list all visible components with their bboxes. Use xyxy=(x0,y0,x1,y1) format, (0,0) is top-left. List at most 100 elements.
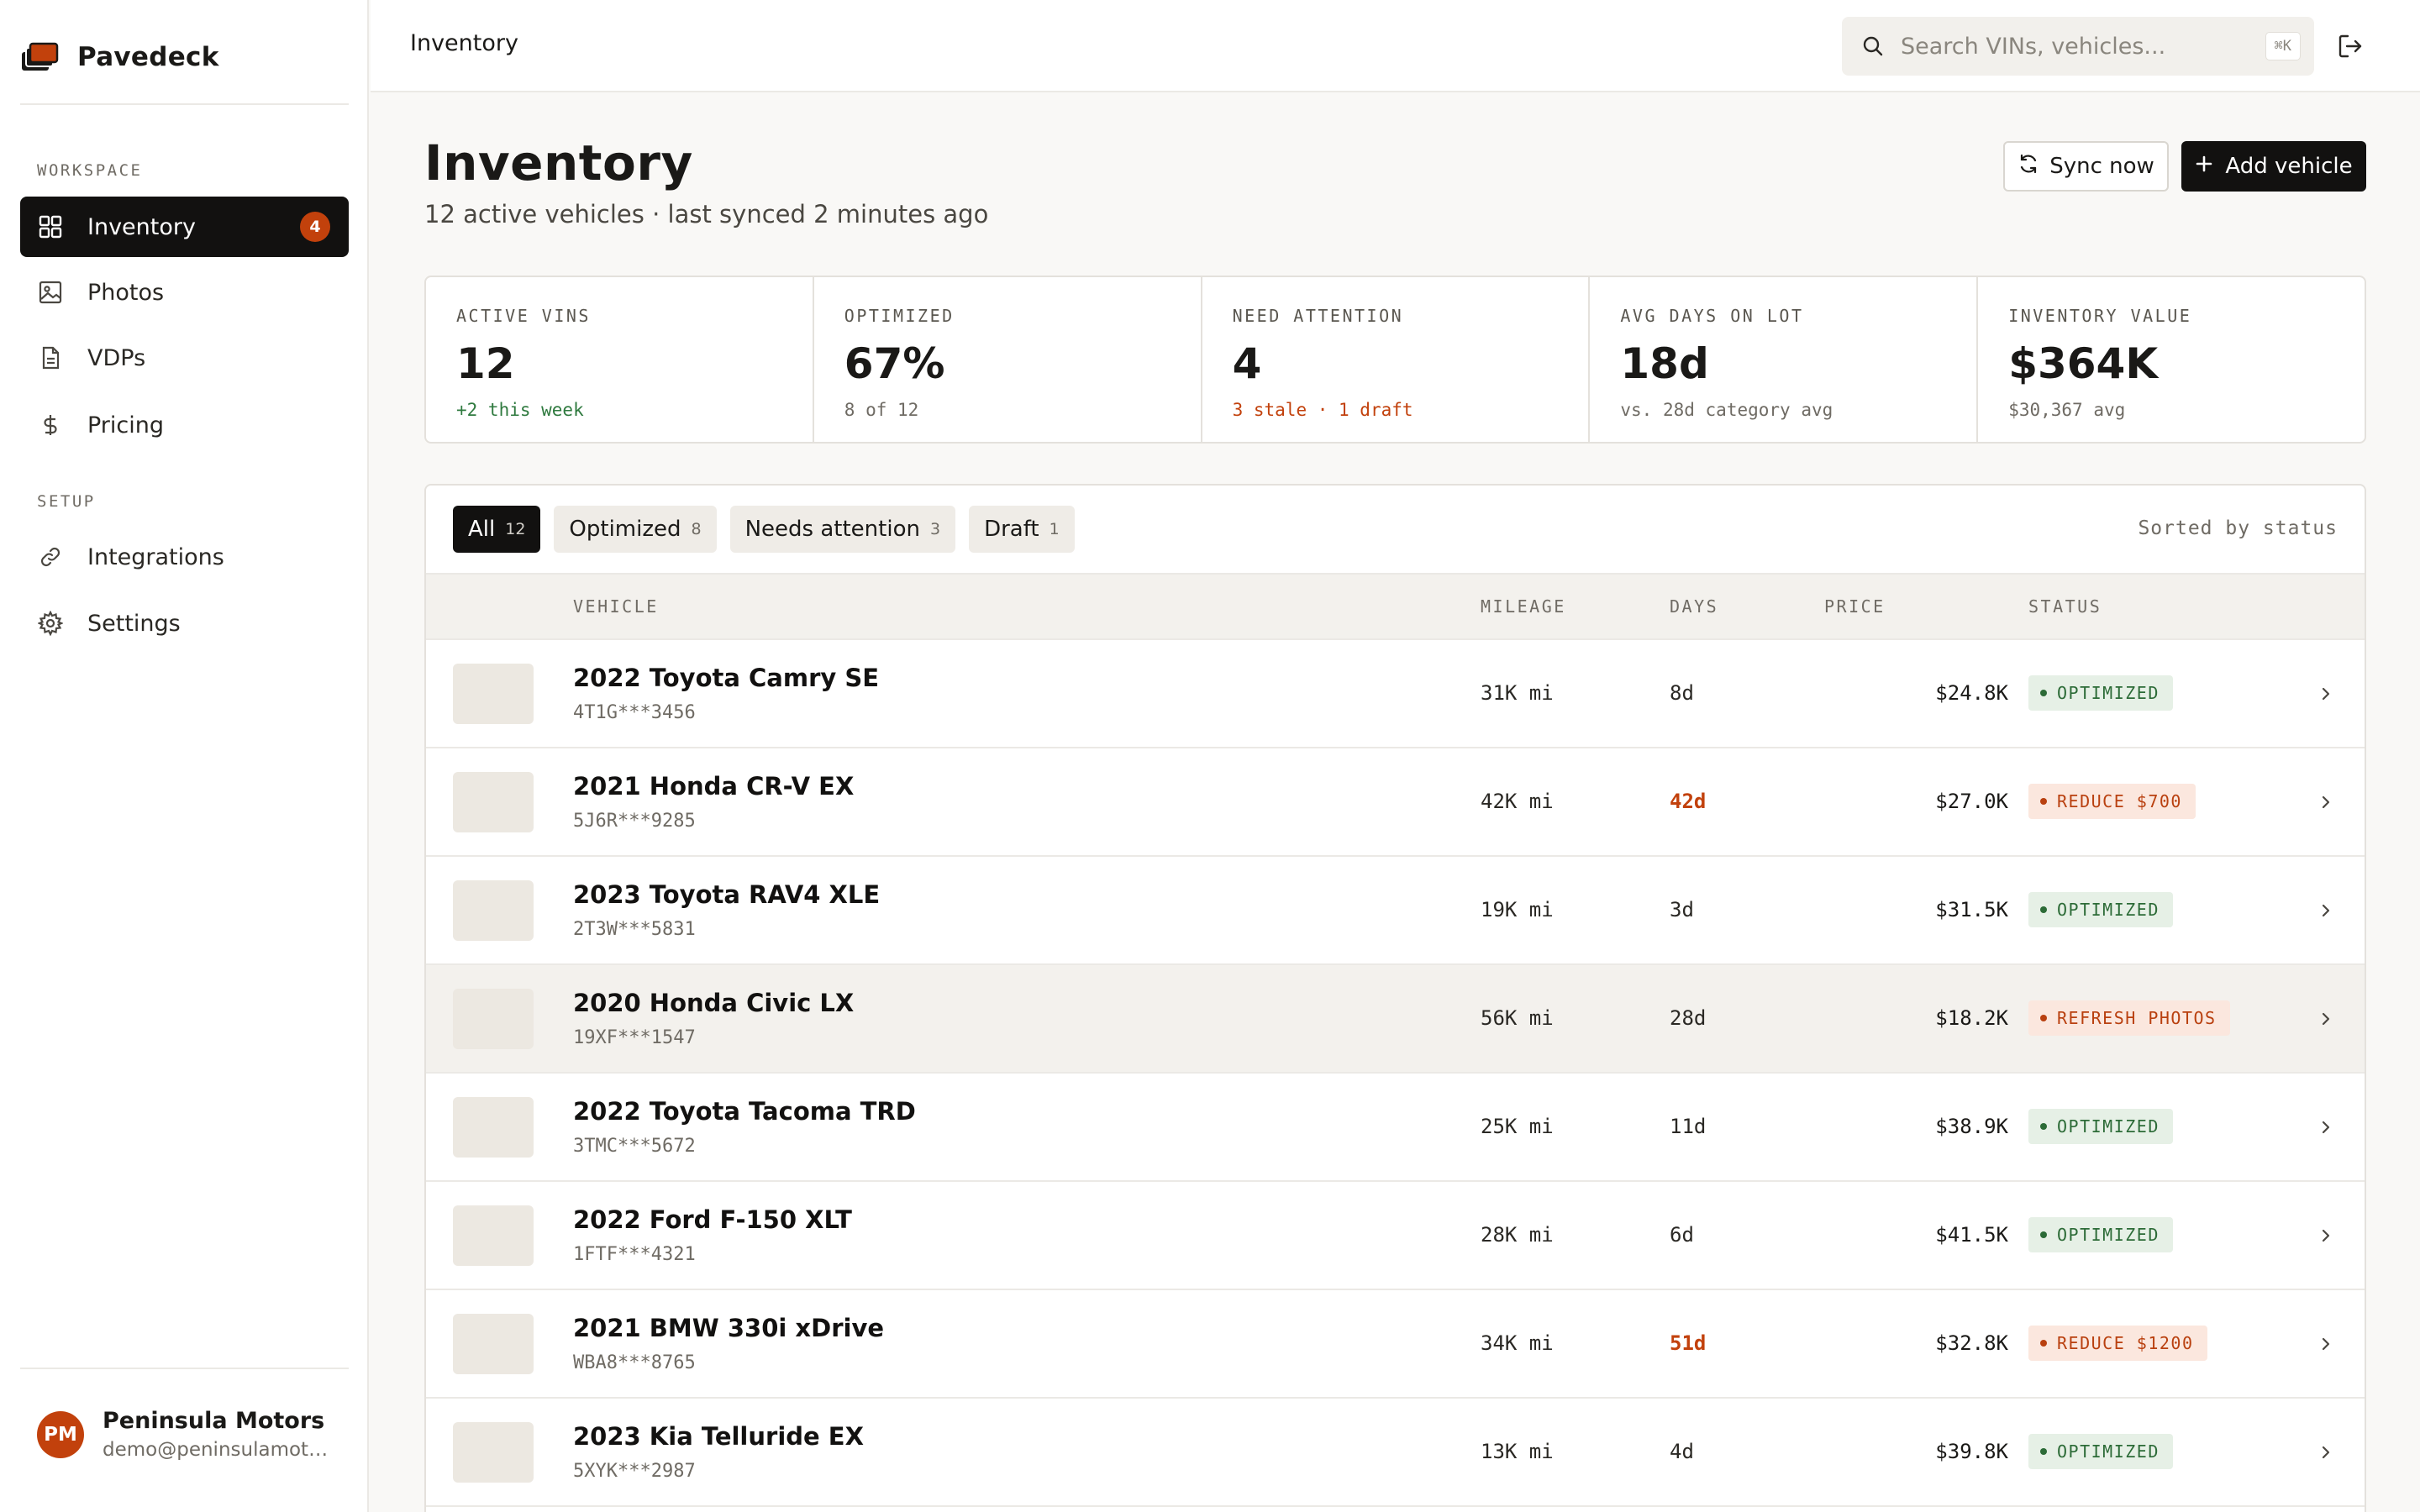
table-row[interactable]: 2021 Honda CR-V EX 5J6R***9285 42K mi 42… xyxy=(426,748,2365,857)
search-icon xyxy=(1860,34,1886,59)
vehicle-thumbnail xyxy=(453,1314,534,1374)
column-header-mileage[interactable]: MILEAGE xyxy=(1481,596,1566,617)
days-cell: 42d xyxy=(1670,790,1707,813)
account-menu[interactable]: PM Peninsula Motors demo@peninsulamotors… xyxy=(37,1408,334,1461)
table-row[interactable]: 2023 Kia Telluride EX 5XYK***2987 13K mi… xyxy=(426,1399,2365,1507)
table-row[interactable]: 2021 BMW 330i xDrive WBA8***8765 34K mi … xyxy=(426,1290,2365,1399)
stat-need-attention: NEED ATTENTION 4 3 stale · 1 draft xyxy=(1202,277,1591,442)
vehicle-vin: 5J6R***9285 xyxy=(573,811,696,832)
sync-now-button[interactable]: Sync now xyxy=(2003,141,2169,192)
stat-value: 18d xyxy=(1620,339,1709,388)
table-header: VEHICLE MILEAGE DAYS PRICE STATUS xyxy=(426,573,2365,640)
chevron-right-icon[interactable] xyxy=(2317,1334,2334,1354)
mileage-cell: 56K mi xyxy=(1481,1006,1554,1030)
sort-indicator[interactable]: Sorted by status xyxy=(2138,517,2338,539)
stat-label: ACTIVE VINS xyxy=(456,306,591,326)
status-dot-icon xyxy=(2040,1231,2047,1238)
stat-avg-days: AVG DAYS ON LOT 18d vs. 28d category avg xyxy=(1590,277,1979,442)
vehicle-name: 2022 Toyota Tacoma TRD xyxy=(573,1097,916,1126)
days-cell: 4d xyxy=(1670,1440,1694,1463)
sidebar-item-integrations[interactable]: Integrations xyxy=(20,527,349,587)
search-input[interactable] xyxy=(1901,33,2254,60)
table-row[interactable]: 2020 Honda Civic LX 19XF***1547 56K mi 2… xyxy=(426,965,2365,1074)
brand[interactable]: Pavedeck xyxy=(20,30,348,84)
filter-label: Optimized xyxy=(569,517,681,542)
add-vehicle-button[interactable]: Add vehicle xyxy=(2181,141,2366,192)
vehicle-name: 2020 Honda Civic LX xyxy=(573,989,855,1017)
sidebar-item-settings[interactable]: Settings xyxy=(20,593,349,654)
gear-icon xyxy=(37,610,64,637)
sidebar-item-photos[interactable]: Photos xyxy=(20,262,349,323)
vehicle-name: 2021 Honda CR-V EX xyxy=(573,772,855,801)
price-cell: $41.5K xyxy=(1935,1223,2008,1247)
chevron-right-icon[interactable] xyxy=(2317,1009,2334,1029)
price-cell: $38.9K xyxy=(1935,1115,2008,1138)
status-dot-icon xyxy=(2040,1015,2047,1021)
table-row[interactable]: 2022 Ford F-150 XLT 1FTF***4321 28K mi 6… xyxy=(426,1182,2365,1290)
stat-active-vins: ACTIVE VINS 12 +2 this week xyxy=(426,277,814,442)
refresh-icon xyxy=(2018,153,2039,181)
vehicle-name: 2022 Ford F-150 XLT xyxy=(573,1205,852,1234)
days-cell: 8d xyxy=(1670,681,1694,705)
status-label: OPTIMIZED xyxy=(2057,683,2160,703)
status-badge: OPTIMIZED xyxy=(2028,675,2173,711)
sidebar-item-vdps[interactable]: VDPs xyxy=(20,328,349,388)
column-header-price[interactable]: PRICE xyxy=(1824,596,1886,617)
column-header-vehicle[interactable]: VEHICLE xyxy=(573,596,659,617)
vehicle-name: 2023 Toyota RAV4 XLE xyxy=(573,880,881,909)
stat-sub: 3 stale · 1 draft xyxy=(1232,400,1413,420)
stat-value: $364K xyxy=(2008,339,2159,388)
vehicle-name: 2021 BMW 330i xDrive xyxy=(573,1314,885,1342)
chevron-right-icon[interactable] xyxy=(2317,900,2334,921)
account-email: demo@peninsulamotors.com xyxy=(103,1439,334,1461)
search-box[interactable]: ⌘K xyxy=(1842,17,2314,76)
table-row[interactable]: 2022 Toyota Camry SE 4T1G***3456 31K mi … xyxy=(426,640,2365,748)
status-badge: REDUCE $700 xyxy=(2028,784,2196,819)
sidebar-item-inventory[interactable]: Inventory 4 xyxy=(20,197,349,257)
table-row[interactable]: 2022 Toyota Tacoma TRD 3TMC***5672 25K m… xyxy=(426,1074,2365,1182)
chevron-right-icon[interactable] xyxy=(2317,792,2334,812)
logout-icon[interactable] xyxy=(2336,32,2365,60)
dollar-icon xyxy=(37,412,64,438)
filter-count: 8 xyxy=(691,520,702,538)
sidebar-item-label: Photos xyxy=(87,279,165,306)
column-header-days[interactable]: DAYS xyxy=(1670,596,1718,617)
page-subtitle: 12 active vehicles · last synced 2 minut… xyxy=(424,200,989,228)
status-dot-icon xyxy=(2040,1448,2047,1455)
status-dot-icon xyxy=(2040,798,2047,805)
status-dot-icon xyxy=(2040,1123,2047,1130)
vehicle-vin: 5XYK***2987 xyxy=(573,1461,696,1482)
chevron-right-icon[interactable] xyxy=(2317,684,2334,704)
mileage-cell: 19K mi xyxy=(1481,898,1554,921)
stat-inventory-value: INVENTORY VALUE $364K $30,367 avg xyxy=(1978,277,2365,442)
vehicle-vin: 3TMC***5672 xyxy=(573,1136,696,1157)
filter-needs-attention[interactable]: Needs attention 3 xyxy=(729,506,956,553)
table-row[interactable]: 2023 Toyota RAV4 XLE 2T3W***5831 19K mi … xyxy=(426,857,2365,965)
vehicle-name: 2023 Kia Telluride EX xyxy=(573,1422,864,1451)
sidebar: Pavedeck WORKSPACE Inventory 4 Photos VD… xyxy=(0,0,369,1512)
page-title: Inventory xyxy=(424,134,693,192)
sidebar-item-pricing[interactable]: Pricing xyxy=(20,395,349,455)
filter-draft[interactable]: Draft 1 xyxy=(969,506,1075,553)
avatar: PM xyxy=(37,1410,84,1458)
price-cell: $32.8K xyxy=(1935,1331,2008,1355)
status-label: OPTIMIZED xyxy=(2057,900,2160,920)
chevron-right-icon[interactable] xyxy=(2317,1117,2334,1137)
filter-optimized[interactable]: Optimized 8 xyxy=(554,506,717,553)
stats-panel: ACTIVE VINS 12 +2 this week OPTIMIZED 67… xyxy=(424,276,2366,444)
vehicle-vin: WBA8***8765 xyxy=(573,1352,696,1373)
divider xyxy=(20,103,349,105)
chevron-right-icon[interactable] xyxy=(2317,1442,2334,1462)
chevron-right-icon[interactable] xyxy=(2317,1226,2334,1246)
section-label-setup: SETUP xyxy=(37,492,96,511)
status-badge: REFRESH PHOTOS xyxy=(2028,1000,2230,1036)
filter-label: Draft xyxy=(984,517,1039,542)
status-label: REDUCE $700 xyxy=(2057,791,2182,811)
sidebar-item-label: VDPs xyxy=(87,344,146,371)
mileage-cell: 13K mi xyxy=(1481,1440,1554,1463)
filter-all[interactable]: All 12 xyxy=(453,506,541,553)
stat-sub: $30,367 avg xyxy=(2008,400,2126,420)
status-label: OPTIMIZED xyxy=(2057,1116,2160,1137)
column-header-status[interactable]: STATUS xyxy=(2028,596,2102,617)
stat-value: 67% xyxy=(844,339,945,388)
